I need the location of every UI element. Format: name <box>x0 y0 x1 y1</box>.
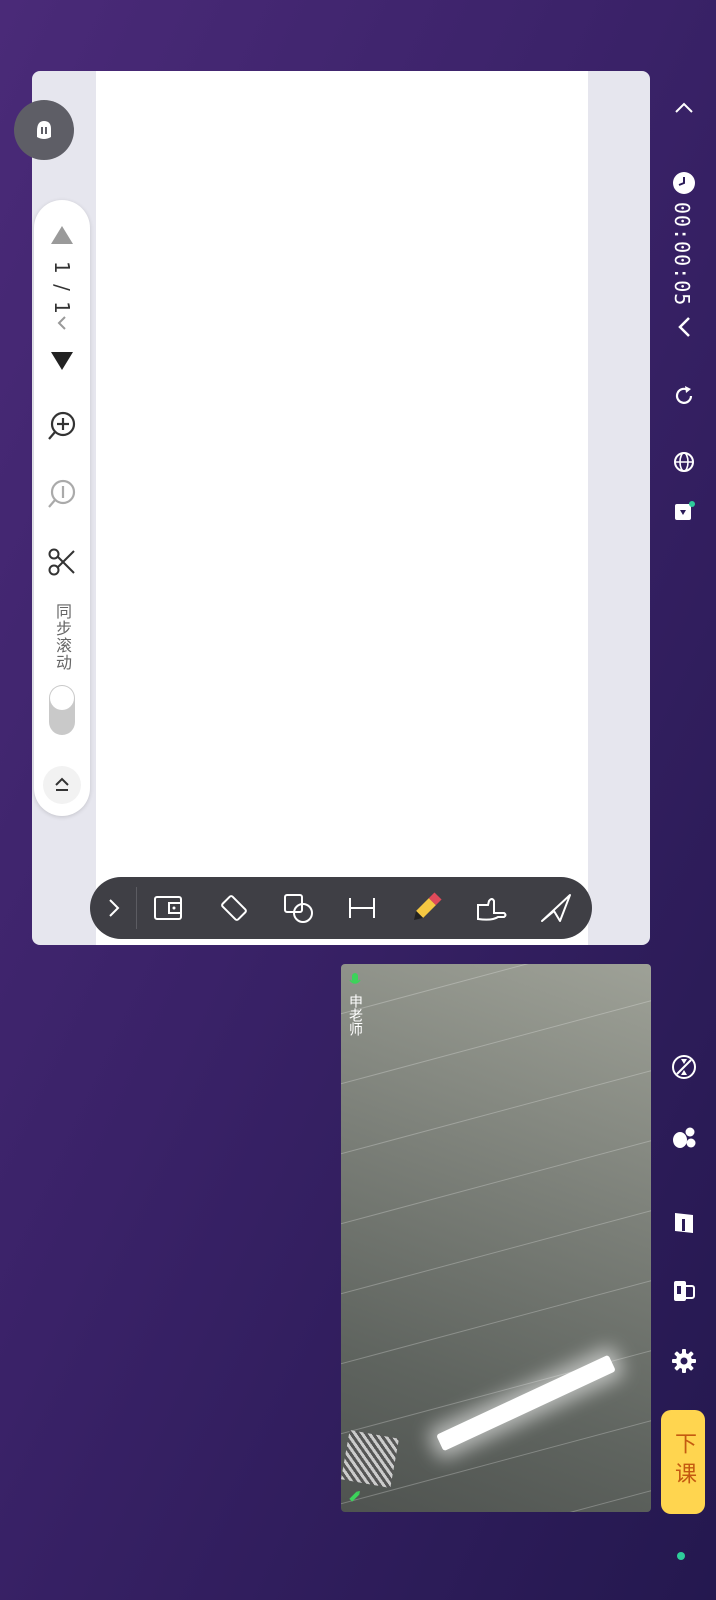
triangle-up-icon <box>51 226 73 244</box>
chevron-left-icon <box>57 316 66 330</box>
chat-button[interactable] <box>670 498 698 526</box>
teacher-name-label: 申老师 <box>347 994 363 1036</box>
collapse-up-icon <box>55 777 69 791</box>
hand-icon <box>37 121 51 139</box>
zoom-in-icon <box>48 411 76 440</box>
teacher-video-tile[interactable]: 申老师 <box>341 964 651 1512</box>
pencil-icon <box>413 892 442 921</box>
clock-icon <box>673 172 695 194</box>
page-indicator: 1 / 1 <box>50 260 74 316</box>
laser-pointer-tool[interactable] <box>528 877 584 939</box>
sync-scroll-toggle[interactable] <box>49 685 75 735</box>
wallet-icon <box>154 896 182 920</box>
collapse-top-bar-button[interactable] <box>670 92 698 122</box>
zoom-out-button[interactable] <box>34 476 90 512</box>
courseware-tool[interactable] <box>140 877 196 939</box>
pencil-tool[interactable] <box>398 877 454 939</box>
chevron-right-icon <box>109 899 120 917</box>
whiteboard[interactable] <box>32 71 650 945</box>
network-button[interactable] <box>670 448 698 476</box>
text-tool[interactable] <box>334 877 390 939</box>
reward-button[interactable] <box>670 1122 698 1152</box>
timer-icon-wrap <box>670 170 698 196</box>
prev-page-button[interactable] <box>34 220 90 250</box>
paw-icon <box>673 1127 696 1148</box>
whiteboard-paper[interactable] <box>96 71 588 945</box>
gear-icon <box>672 1349 696 1373</box>
class-timer: 00:00:05 <box>670 202 694 307</box>
switch-camera-button[interactable] <box>670 1052 698 1082</box>
sync-scroll-label: 同步滚动 <box>53 603 72 671</box>
chevron-up-icon <box>675 102 693 113</box>
page-list-toggle[interactable] <box>34 310 90 336</box>
message-icon <box>675 501 695 520</box>
zoom-in-button[interactable] <box>34 408 90 444</box>
triangle-down-icon <box>51 352 73 370</box>
chevron-left-icon <box>678 317 690 337</box>
pointing-hand-icon <box>477 898 507 921</box>
connection-status-dot <box>677 1552 685 1560</box>
book-icon <box>675 1213 693 1233</box>
collapse-sidebar-button[interactable] <box>670 314 698 340</box>
toggle-knob <box>50 686 74 710</box>
screenshot-button[interactable] <box>34 544 90 580</box>
eraser-icon <box>221 895 247 921</box>
devices-icon <box>674 1281 695 1301</box>
page-control-panel: 1 / 1 同步滚动 <box>34 200 90 816</box>
microphone-icon <box>349 973 361 984</box>
drawing-toolbar <box>90 877 592 939</box>
refresh-icon <box>675 386 693 404</box>
text-cursor-icon <box>349 898 375 918</box>
toolbar-divider <box>136 887 137 929</box>
end-class-button[interactable]: 下课 <box>661 1410 705 1514</box>
pen-permission-icon <box>349 1491 360 1502</box>
send-arrow-icon <box>541 894 571 922</box>
camera-switch-icon <box>672 1055 696 1079</box>
settings-button[interactable] <box>670 1346 698 1376</box>
shape-tool[interactable] <box>270 877 326 939</box>
courseware-panel-button[interactable] <box>670 1208 698 1238</box>
refresh-button[interactable] <box>670 382 698 410</box>
device-switch-button[interactable] <box>670 1276 698 1306</box>
shapes-icon <box>284 894 313 923</box>
globe-icon <box>674 452 694 472</box>
end-class-label: 下课 <box>671 1432 696 1492</box>
next-page-button[interactable] <box>34 346 90 376</box>
scissors-icon <box>48 548 75 576</box>
eraser-tool[interactable] <box>206 877 262 939</box>
collapse-panel-button[interactable] <box>43 766 81 804</box>
raise-hand-button[interactable] <box>14 100 74 160</box>
zoom-out-icon <box>48 479 76 508</box>
toolbar-expand-button[interactable] <box>92 877 136 939</box>
pointer-hand-tool[interactable] <box>464 877 520 939</box>
ceiling-vent <box>341 1430 399 1488</box>
